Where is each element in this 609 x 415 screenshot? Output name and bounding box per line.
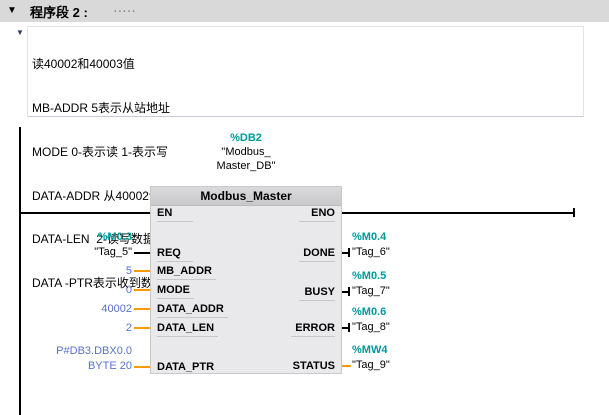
pin-data-len[interactable]: DATA_LEN: [157, 322, 218, 337]
status-operand-address[interactable]: %MW4: [352, 343, 390, 358]
error-operand-tag[interactable]: "Tag_8": [352, 320, 390, 335]
pin-status[interactable]: STATUS: [289, 360, 335, 374]
done-operand-tag[interactable]: "Tag_6": [352, 245, 390, 260]
en-wire: [19, 212, 150, 214]
data-len-wire: [134, 327, 150, 329]
comment-collapse-icon[interactable]: ▼: [16, 28, 24, 37]
comment-line: MB-ADDR 5表示从站地址: [32, 101, 583, 116]
data-len-value[interactable]: 2: [126, 321, 132, 335]
network-comment-placeholder[interactable]: .....: [114, 3, 137, 15]
network-collapse-icon[interactable]: ▼: [7, 0, 22, 22]
pin-data-ptr[interactable]: DATA_PTR: [157, 361, 218, 375]
mb-addr-wire: [134, 270, 150, 272]
mode-value[interactable]: 0: [126, 283, 132, 297]
eno-wire: [342, 212, 575, 214]
req-operand-address[interactable]: %M0.3: [94, 230, 132, 245]
pin-req[interactable]: REQ: [157, 247, 193, 262]
pin-mode[interactable]: MODE: [157, 284, 194, 299]
comment-line: 读40002和40003值: [32, 57, 583, 72]
network-comment-box[interactable]: 读40002和40003值 MB-ADDR 5表示从站地址 MODE 0-表示读…: [27, 26, 584, 117]
pin-done[interactable]: DONE: [299, 247, 335, 262]
db-name-line: Master_DB": [150, 159, 342, 173]
req-wire: [134, 252, 150, 254]
error-operand-address[interactable]: %M0.6: [352, 305, 390, 320]
data-ptr-wire: [134, 366, 150, 368]
pin-error[interactable]: ERROR: [291, 322, 335, 337]
req-operand[interactable]: %M0.3 "Tag_5": [94, 230, 132, 260]
block-title[interactable]: Modbus_Master: [151, 187, 341, 206]
ladder-editor: ▼ 程序段 2 : ..... ▼ 读40002和40003值 MB-ADDR …: [0, 0, 609, 415]
network-header[interactable]: ▼ 程序段 2 : .....: [0, 0, 609, 22]
network-title: 程序段 2 :: [30, 2, 88, 21]
pin-en[interactable]: EN: [157, 207, 193, 222]
db-operand[interactable]: %DB2: [150, 131, 342, 145]
pin-mb-addr[interactable]: MB_ADDR: [157, 265, 216, 280]
data-ptr-value-line[interactable]: P#DB3.DBX0.0: [56, 344, 132, 359]
error-operand[interactable]: %M0.6 "Tag_8": [352, 305, 390, 335]
instance-db-label[interactable]: %DB2 "Modbus_ Master_DB": [150, 131, 342, 173]
pin-data-addr[interactable]: DATA_ADDR: [157, 303, 228, 318]
eno-wire-end-tick: [573, 208, 575, 217]
done-operand[interactable]: %M0.4 "Tag_6": [352, 230, 390, 260]
db-name-line: "Modbus_: [150, 145, 342, 159]
busy-operand-tag[interactable]: "Tag_7": [352, 284, 390, 299]
busy-operand-address[interactable]: %M0.5: [352, 269, 390, 284]
power-rail: [19, 127, 21, 415]
status-operand-tag[interactable]: "Tag_9": [352, 358, 390, 373]
done-operand-address[interactable]: %M0.4: [352, 230, 390, 245]
modbus-master-block[interactable]: Modbus_Master EN REQ MB_ADDR MODE DATA_A…: [150, 186, 342, 374]
pin-eno[interactable]: ENO: [299, 207, 335, 222]
pin-busy[interactable]: BUSY: [299, 286, 335, 301]
status-operand[interactable]: %MW4 "Tag_9": [352, 343, 390, 373]
error-wire-tick: [348, 323, 350, 332]
data-ptr-value[interactable]: P#DB3.DBX0.0 BYTE 20: [56, 344, 132, 374]
done-wire-tick: [348, 248, 350, 257]
busy-operand[interactable]: %M0.5 "Tag_7": [352, 269, 390, 299]
req-operand-tag[interactable]: "Tag_5": [94, 245, 132, 260]
mb-addr-value[interactable]: 5: [126, 264, 132, 278]
data-addr-wire: [134, 308, 150, 310]
status-wire: [342, 365, 351, 367]
data-ptr-value-line[interactable]: BYTE 20: [56, 359, 132, 374]
busy-wire-tick: [348, 287, 350, 296]
data-addr-value[interactable]: 40002: [101, 302, 132, 316]
mode-wire: [134, 289, 150, 291]
